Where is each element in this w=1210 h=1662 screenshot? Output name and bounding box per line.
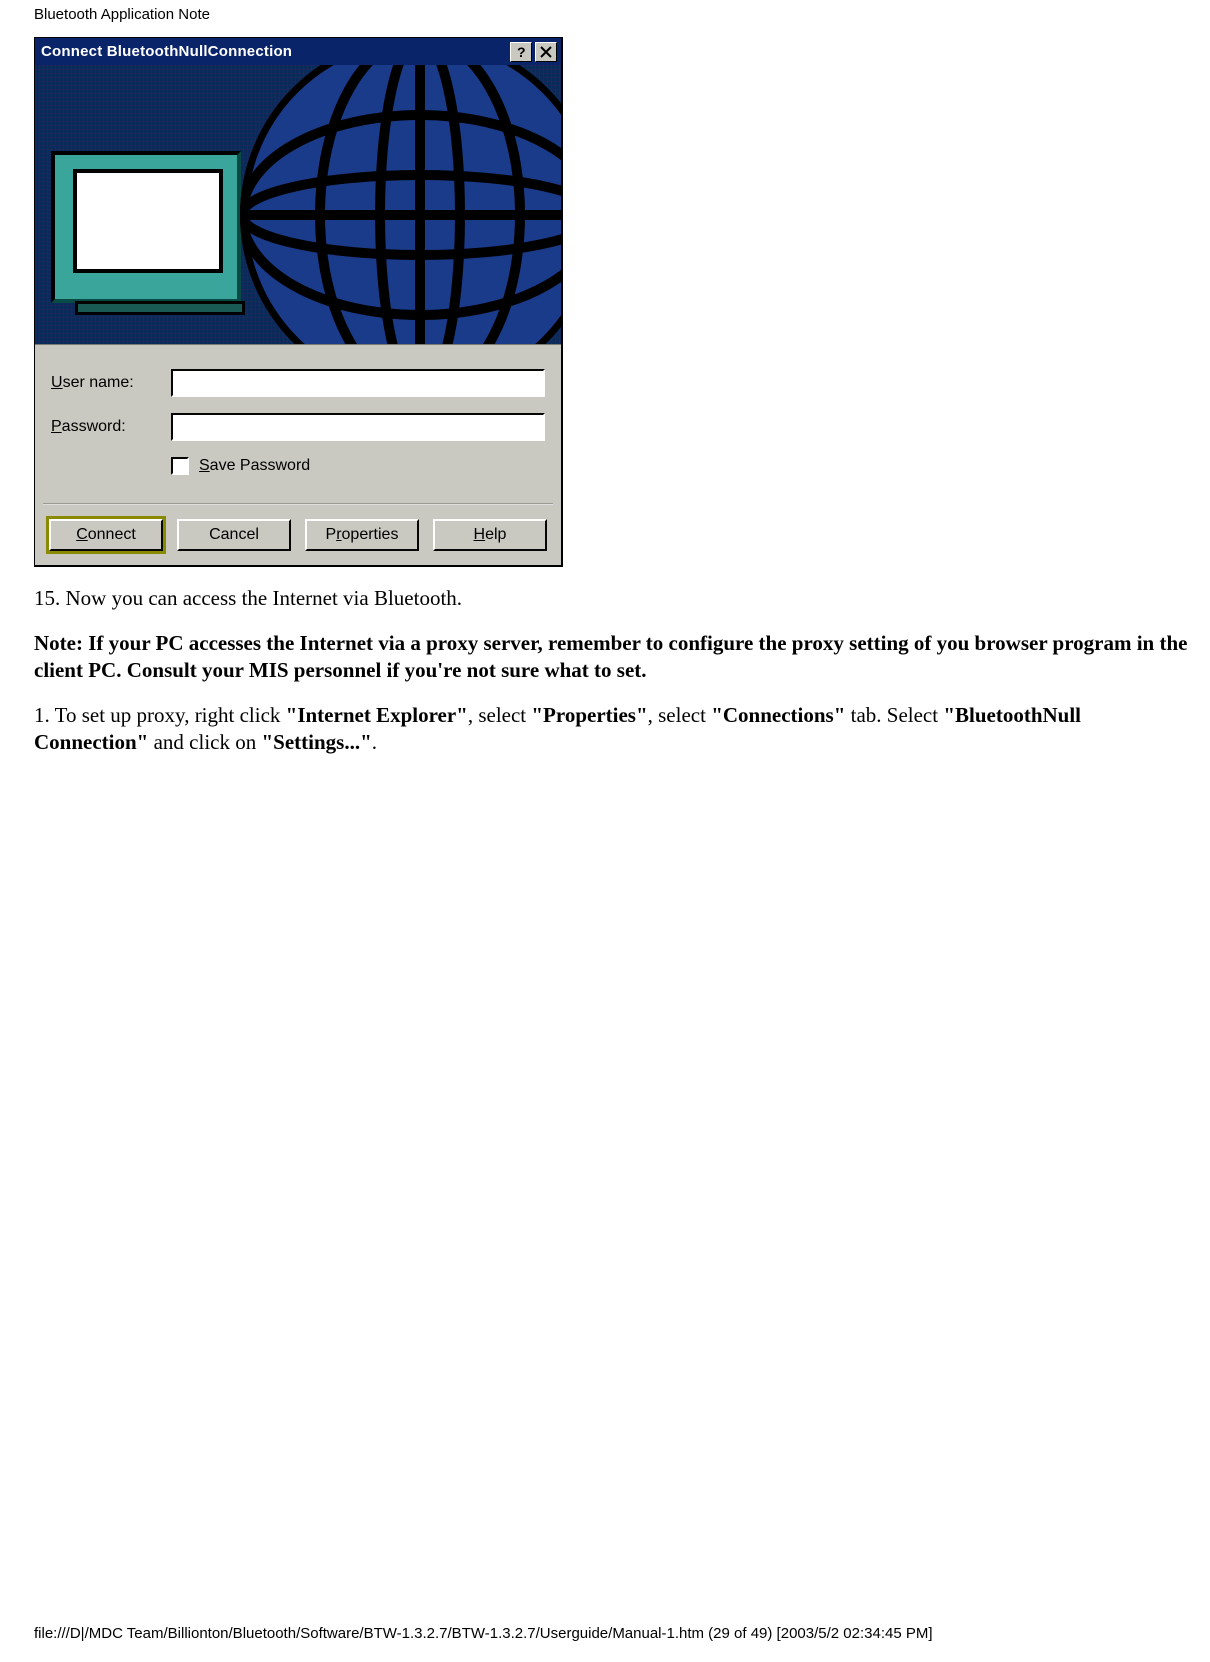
username-input[interactable] <box>171 369 545 397</box>
globe-icon <box>235 65 561 345</box>
password-label: Password: <box>51 418 171 436</box>
note-text: Note: If your PC accesses the Internet v… <box>34 630 1200 684</box>
connect-dialog: Connect BluetoothNullConnection ? <box>34 37 563 567</box>
help-icon[interactable]: ? <box>510 42 532 62</box>
dialog-form: User name: Password: Save Password <box>35 345 561 497</box>
proxy-step-1: 1. To set up proxy, right click "Interne… <box>34 702 1200 756</box>
close-icon[interactable] <box>535 42 557 62</box>
connect-button[interactable]: Connect <box>49 519 163 551</box>
step-15-text: 15. Now you can access the Internet via … <box>34 585 1200 612</box>
password-input[interactable] <box>171 413 545 441</box>
page-header: Bluetooth Application Note <box>34 6 1200 23</box>
password-row: Password: <box>51 413 545 441</box>
dialog-buttons: Connect Cancel Properties Help <box>35 505 561 565</box>
help-button[interactable]: Help <box>433 519 547 551</box>
dialog-title: Connect BluetoothNullConnection <box>41 43 507 60</box>
save-password-label: Save Password <box>199 457 310 475</box>
username-row: User name: <box>51 369 545 397</box>
properties-button[interactable]: Properties <box>305 519 419 551</box>
dialog-titlebar: Connect BluetoothNullConnection ? <box>35 38 561 65</box>
dialog-banner <box>35 65 561 345</box>
save-password-checkbox[interactable] <box>171 457 189 475</box>
username-label: User name: <box>51 374 171 392</box>
save-password-row: Save Password <box>171 457 545 475</box>
cancel-button[interactable]: Cancel <box>177 519 291 551</box>
svg-text:?: ? <box>517 45 526 59</box>
monitor-icon <box>51 151 261 323</box>
